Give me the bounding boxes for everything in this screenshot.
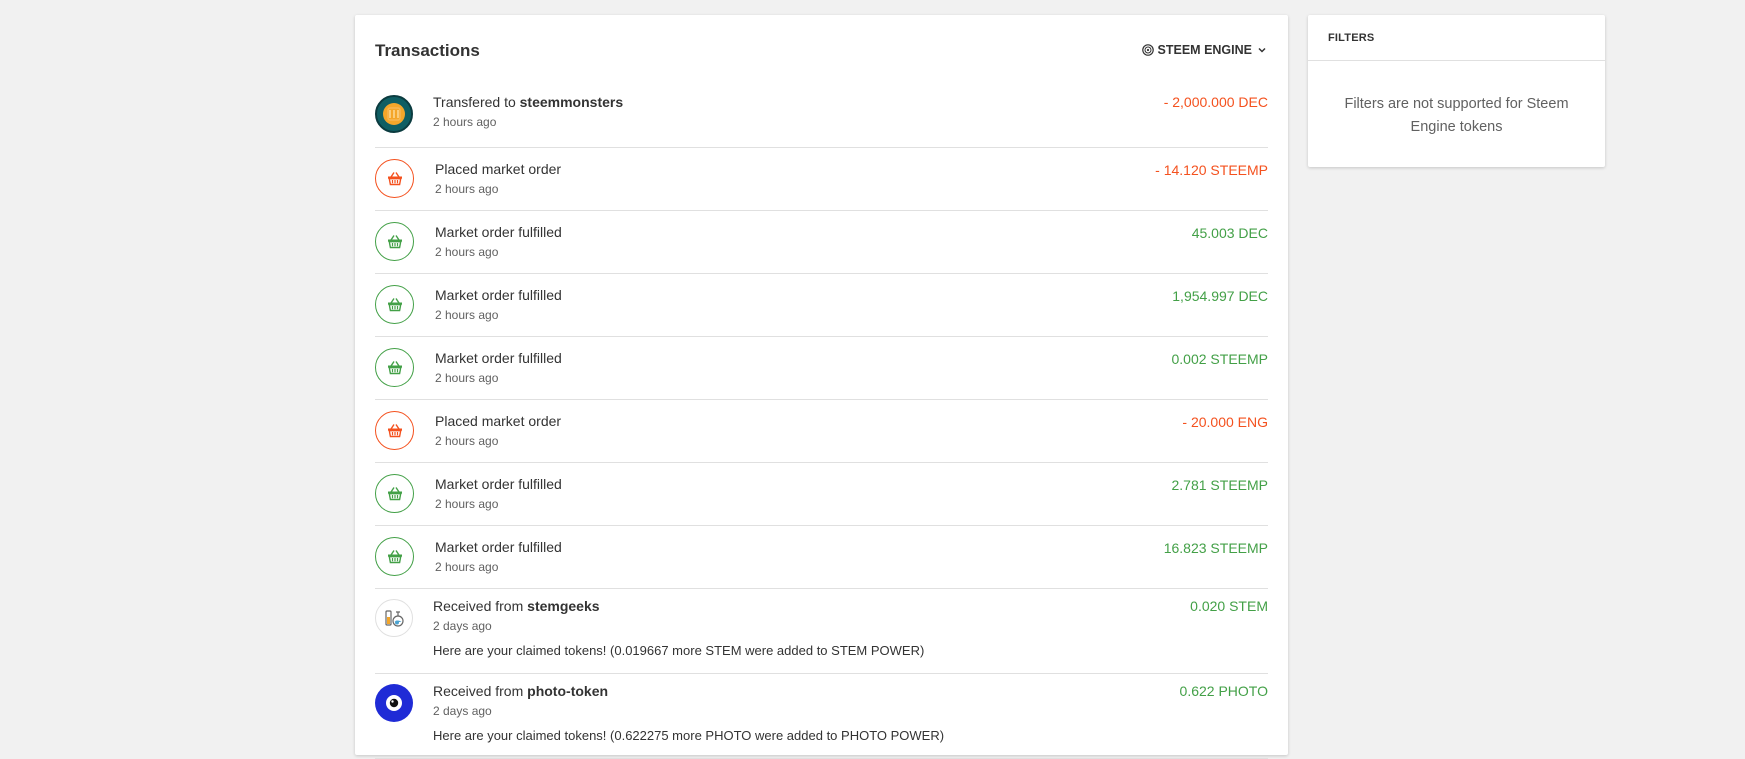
- transaction-amount: - 14.120 STEEMP: [1155, 162, 1268, 178]
- transaction-time: 2 days ago: [433, 704, 492, 718]
- transaction-label: Market order fulfilled: [435, 476, 562, 492]
- photo-token-avatar: [375, 684, 413, 722]
- transaction-description: Market order fulfilled: [435, 350, 562, 366]
- transaction-amount: 45.003 DEC: [1191, 225, 1268, 241]
- transaction-details: Market order fulfilled 2 hours ago: [435, 287, 562, 322]
- transaction-details: Transfered to steemmonsters 2 hours ago: [433, 94, 623, 129]
- counterparty-link[interactable]: steemmonsters: [520, 94, 624, 110]
- transaction-row[interactable]: Received from stemgeeks 2 days ago Here ar…: [375, 589, 1268, 674]
- transaction-label: Received from: [433, 598, 524, 614]
- transaction-row[interactable]: Market order fulfilled 2 hours ago 2.781 S…: [375, 463, 1268, 526]
- transaction-details: Placed market order 2 hours ago: [435, 413, 561, 448]
- basket-icon: [375, 348, 414, 387]
- chevron-down-icon: [1256, 44, 1268, 56]
- transaction-amount: 0.002 STEEMP: [1171, 351, 1269, 367]
- splinterlands-avatar: [375, 95, 413, 133]
- basket-icon: [375, 537, 414, 576]
- filters-title: FILTERS: [1308, 15, 1605, 61]
- steem-engine-logo-icon: [1141, 44, 1154, 56]
- transaction-amount: 16.823 STEEMP: [1163, 540, 1268, 556]
- transaction-memo: Here are your claimed tokens! (0.019667 …: [433, 643, 925, 658]
- transaction-description: Transfered to steemmonsters: [433, 94, 623, 110]
- transaction-time: 2 hours ago: [435, 371, 499, 385]
- counterparty-link[interactable]: stemgeeks: [527, 598, 599, 614]
- filters-message: Filters are not supported for Steem Engi…: [1344, 96, 1569, 135]
- transaction-row[interactable]: Market order fulfilled 2 hours ago 45.003 …: [375, 211, 1268, 274]
- transactions-list: Transfered to steemmonsters 2 hours ago - …: [375, 85, 1268, 759]
- transaction-row[interactable]: Market order fulfilled 2 hours ago 1,954.9…: [375, 274, 1268, 337]
- transaction-time: 2 hours ago: [435, 308, 499, 322]
- transaction-description: Market order fulfilled: [435, 287, 562, 303]
- transaction-amount: 0.020 STEM: [1190, 598, 1268, 614]
- basket-icon: [375, 411, 414, 450]
- transaction-details: Received from stemgeeks 2 days ago Here ar…: [433, 598, 924, 658]
- transaction-label: Placed market order: [435, 161, 562, 177]
- transaction-row[interactable]: Transfered to steemmonsters 2 hours ago - …: [375, 85, 1268, 148]
- transaction-details: Market order fulfilled 2 hours ago: [435, 224, 562, 259]
- transaction-description: Market order fulfilled: [435, 224, 562, 240]
- transaction-details: Received from photo-token 2 days ago Here …: [433, 683, 944, 743]
- basket-icon: [375, 159, 414, 198]
- transaction-details: Placed market order 2 hours ago: [435, 161, 561, 196]
- filters-card: FILTERS Filters are not supported for St…: [1308, 15, 1605, 167]
- transaction-label: Market order fulfilled: [435, 350, 562, 366]
- transaction-time: 2 hours ago: [435, 182, 499, 196]
- transaction-row[interactable]: Received from photo-token 2 days ago Here …: [375, 674, 1268, 759]
- transaction-time: 2 hours ago: [435, 434, 499, 448]
- transaction-details: Market order fulfilled 2 hours ago: [435, 539, 562, 574]
- basket-icon: [375, 474, 414, 513]
- transaction-description: Received from photo-token: [433, 683, 944, 699]
- transaction-amount: - 2,000.000 DEC: [1163, 94, 1268, 110]
- transaction-amount: 1,954.997 DEC: [1172, 288, 1268, 304]
- transaction-time: 2 hours ago: [435, 560, 499, 574]
- transaction-label: Placed market order: [435, 413, 562, 429]
- transaction-row[interactable]: Market order fulfilled 2 hours ago 16.823 …: [375, 526, 1268, 589]
- transaction-row[interactable]: Market order fulfilled 2 hours ago 0.002 S…: [375, 337, 1268, 400]
- transaction-time: 2 hours ago: [435, 497, 499, 511]
- transaction-details: Market order fulfilled 2 hours ago: [435, 476, 562, 511]
- transactions-card: Transactions STEEM ENGINE Transfered to …: [355, 15, 1288, 759]
- token-source-label: STEEM ENGINE: [1157, 43, 1252, 57]
- transaction-details: Market order fulfilled 2 hours ago: [435, 350, 562, 385]
- transaction-description: Placed market order: [435, 161, 561, 177]
- transaction-label: Market order fulfilled: [435, 539, 562, 555]
- transaction-amount: 0.622 PHOTO: [1179, 683, 1268, 699]
- transactions-header: Transactions STEEM ENGINE: [375, 41, 1268, 65]
- transaction-description: Received from stemgeeks: [433, 598, 924, 614]
- transactions-title: Transactions: [375, 41, 480, 60]
- transaction-label: Transfered to: [433, 94, 516, 110]
- counterparty-link[interactable]: photo-token: [527, 683, 608, 699]
- transaction-time: 2 hours ago: [433, 115, 497, 129]
- basket-icon: [375, 285, 414, 324]
- transaction-label: Received from: [433, 683, 524, 699]
- stemgeeks-avatar: [375, 599, 413, 637]
- transaction-time: 2 hours ago: [435, 245, 499, 259]
- transaction-description: Market order fulfilled: [435, 476, 562, 492]
- transaction-description: Placed market order: [435, 413, 561, 429]
- transaction-row[interactable]: Placed market order 2 hours ago - 14.120 S…: [375, 148, 1268, 211]
- transaction-label: Market order fulfilled: [435, 287, 562, 303]
- transaction-amount: - 20.000 ENG: [1182, 414, 1268, 430]
- transaction-memo: Here are your claimed tokens! (0.622275 …: [433, 728, 945, 743]
- transaction-label: Market order fulfilled: [435, 224, 562, 240]
- basket-icon: [375, 222, 414, 261]
- transaction-amount: 2.781 STEEMP: [1171, 477, 1269, 493]
- token-source-select[interactable]: STEEM ENGINE: [1141, 43, 1268, 57]
- transaction-time: 2 days ago: [433, 619, 492, 633]
- transaction-row[interactable]: Placed market order 2 hours ago - 20.000 E…: [375, 400, 1268, 463]
- transaction-description: Market order fulfilled: [435, 539, 562, 555]
